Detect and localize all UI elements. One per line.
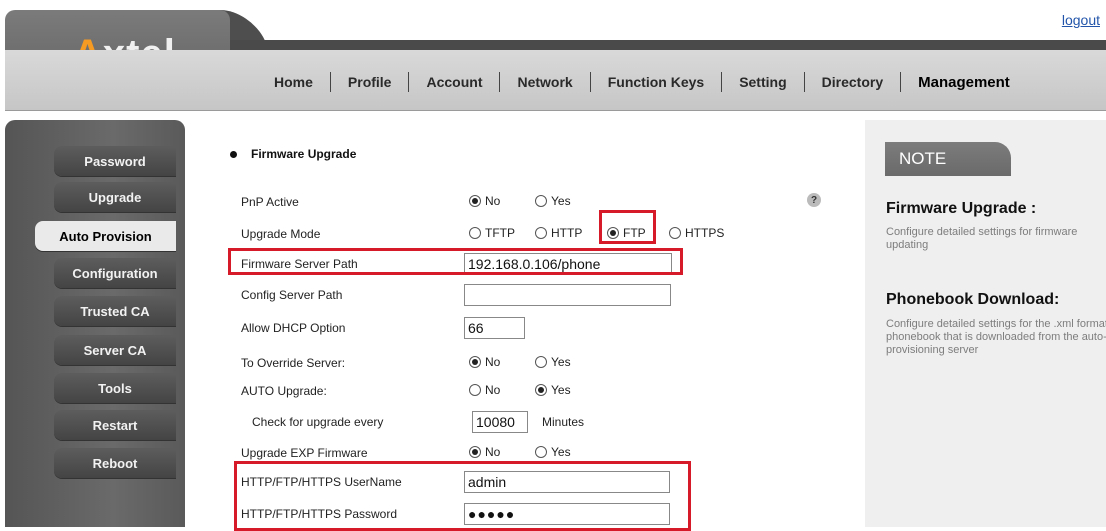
override-server-yes[interactable]: Yes <box>535 355 571 369</box>
header: Axtel Home Profile Account Network Funct… <box>0 0 1106 112</box>
radio-icon[interactable] <box>469 446 481 458</box>
upgrade-exp-label: Upgrade EXP Firmware <box>241 446 368 460</box>
auto-upgrade-yes[interactable]: Yes <box>535 383 571 397</box>
nav-directory[interactable]: Directory <box>805 74 900 90</box>
row-upgrade-exp: Upgrade EXP Firmware No Yes <box>186 441 865 467</box>
sidebar-item-password[interactable]: Password <box>54 146 176 176</box>
radio-label: HTTP <box>551 226 583 240</box>
nav-setting[interactable]: Setting <box>722 74 803 90</box>
radio-icon[interactable] <box>669 227 681 239</box>
radio-label: Yes <box>551 355 571 369</box>
firmware-server-path-label: Firmware Server Path <box>241 257 358 271</box>
row-username: HTTP/FTP/HTTPS UserName <box>186 470 865 496</box>
radio-label: FTP <box>623 226 646 240</box>
radio-icon[interactable] <box>469 195 481 207</box>
radio-label: No <box>485 383 501 397</box>
sidebar-item-upgrade[interactable]: Upgrade <box>54 182 176 212</box>
sidebar-item-tools[interactable]: Tools <box>54 373 176 403</box>
check-upgrade-label: Check for upgrade every <box>252 415 384 429</box>
radio-label: No <box>485 355 501 369</box>
row-firmware-server-path: Firmware Server Path <box>186 252 865 278</box>
minutes-unit: Minutes <box>542 415 585 429</box>
upgrade-mode-https[interactable]: HTTPS <box>669 226 724 240</box>
row-auto-upgrade: AUTO Upgrade: No Yes <box>186 379 865 405</box>
radio-label: Yes <box>551 383 571 397</box>
note-panel: NOTE Firmware Upgrade : Configure detail… <box>865 120 1106 527</box>
row-config-server-path: Config Server Path <box>186 283 865 309</box>
firmware-upgrade-form: Firmware Upgrade PnP Active No Yes ? Upg… <box>186 120 865 531</box>
top-nav: Home Profile Account Network Function Ke… <box>258 72 1027 92</box>
password-input[interactable] <box>464 503 670 525</box>
radio-label: No <box>485 445 501 459</box>
row-allow-dhcp-option: Allow DHCP Option <box>186 316 865 342</box>
radio-icon[interactable] <box>469 356 481 368</box>
row-override-server: To Override Server: No Yes <box>186 351 865 377</box>
username-input[interactable] <box>464 471 670 493</box>
sidebar-item-auto-provision[interactable]: Auto Provision <box>35 221 176 251</box>
radio-label: No <box>485 194 501 208</box>
auto-upgrade-label: AUTO Upgrade: <box>241 384 327 398</box>
help-icon[interactable]: ? <box>807 193 821 207</box>
sidebar-item-restart[interactable]: Restart <box>54 410 176 440</box>
nav-profile[interactable]: Profile <box>331 74 409 90</box>
username-label: HTTP/FTP/HTTPS UserName <box>241 475 402 489</box>
row-check-upgrade: Check for upgrade every Minutes <box>186 410 865 436</box>
check-upgrade-input[interactable] <box>472 411 528 433</box>
note-tab: NOTE <box>885 142 1011 176</box>
note-text-firmware: Configure detailed settings for firmware… <box>886 226 1078 251</box>
pnp-active-no[interactable]: No <box>469 194 500 208</box>
sidebar-item-reboot[interactable]: Reboot <box>54 448 176 478</box>
config-server-path-input[interactable] <box>464 284 671 306</box>
row-upgrade-mode: Upgrade Mode TFTP HTTP FTP HTTPS <box>186 222 865 248</box>
row-password: HTTP/FTP/HTTPS Password <box>186 502 865 528</box>
upgrade-mode-http[interactable]: HTTP <box>535 226 582 240</box>
note-heading-firmware: Firmware Upgrade : <box>886 200 1037 217</box>
allow-dhcp-option-label: Allow DHCP Option <box>241 321 346 335</box>
radio-icon[interactable] <box>535 384 547 396</box>
radio-icon[interactable] <box>469 384 481 396</box>
nav-home[interactable]: Home <box>258 74 330 90</box>
radio-icon[interactable] <box>535 227 547 239</box>
pnp-active-yes[interactable]: Yes <box>535 194 571 208</box>
sidebar-item-configuration[interactable]: Configuration <box>54 258 176 288</box>
logout-link[interactable]: logout <box>1062 12 1100 28</box>
upgrade-exp-yes[interactable]: Yes <box>535 445 571 459</box>
override-server-label: To Override Server: <box>241 356 346 370</box>
nav-network[interactable]: Network <box>500 74 589 90</box>
radio-icon[interactable] <box>535 446 547 458</box>
sidebar-item-server-ca[interactable]: Server CA <box>54 335 176 365</box>
allow-dhcp-option-input[interactable] <box>464 317 525 339</box>
note-text-phonebook: Configure detailed settings for the .xml… <box>886 318 1106 356</box>
firmware-server-path-input[interactable] <box>464 253 672 275</box>
note-heading-phonebook: Phonebook Download: <box>886 291 1060 308</box>
bullet-icon <box>230 150 237 158</box>
row-pnp-active: PnP Active No Yes ? <box>186 190 865 216</box>
header-stripe <box>230 40 1106 50</box>
nav-function-keys[interactable]: Function Keys <box>591 74 721 90</box>
nav-account[interactable]: Account <box>409 74 499 90</box>
radio-icon[interactable] <box>607 227 619 239</box>
sidebar-item-trusted-ca[interactable]: Trusted CA <box>54 296 176 326</box>
radio-icon[interactable] <box>469 227 481 239</box>
section-title: Firmware Upgrade <box>230 147 356 161</box>
section-title-text: Firmware Upgrade <box>251 147 357 161</box>
radio-label: Yes <box>551 445 571 459</box>
auto-upgrade-no[interactable]: No <box>469 383 500 397</box>
upgrade-mode-label: Upgrade Mode <box>241 227 321 241</box>
override-server-no[interactable]: No <box>469 355 500 369</box>
upgrade-mode-tftp[interactable]: TFTP <box>469 226 515 240</box>
nav-management[interactable]: Management <box>901 74 1027 91</box>
radio-label: TFTP <box>485 226 515 240</box>
sidebar: Password Upgrade Auto Provision Configur… <box>5 120 185 527</box>
upgrade-mode-ftp[interactable]: FTP <box>607 226 646 240</box>
pnp-active-label: PnP Active <box>241 195 299 209</box>
radio-icon[interactable] <box>535 356 547 368</box>
radio-icon[interactable] <box>535 195 547 207</box>
config-server-path-label: Config Server Path <box>241 288 343 302</box>
password-label: HTTP/FTP/HTTPS Password <box>241 507 398 521</box>
radio-label: HTTPS <box>685 226 725 240</box>
upgrade-exp-no[interactable]: No <box>469 445 500 459</box>
radio-label: Yes <box>551 194 571 208</box>
